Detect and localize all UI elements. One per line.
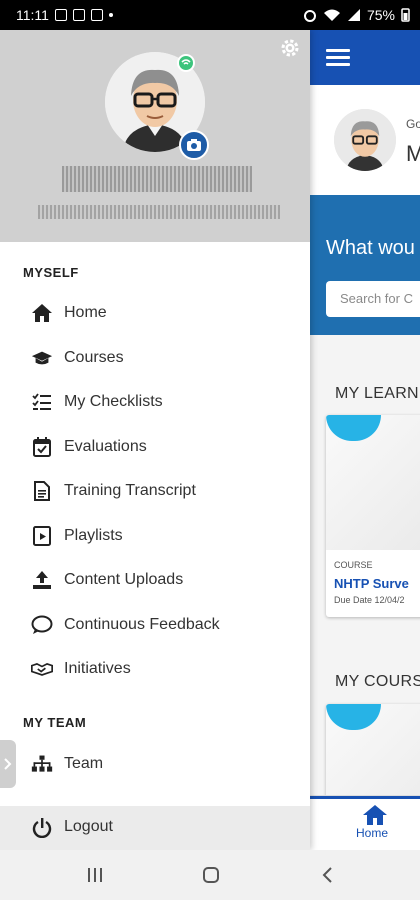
document-icon — [31, 480, 53, 502]
cell-signal-icon — [347, 9, 360, 21]
edge-panel-handle[interactable] — [0, 740, 16, 788]
section-my-team-title: MY TEAM — [23, 715, 87, 730]
course-card[interactable] — [326, 704, 420, 804]
my-courses-heading: MY COURSE — [335, 673, 420, 690]
org-chart-icon — [31, 753, 53, 775]
graduation-cap-icon — [31, 347, 53, 369]
redacted-user-email — [38, 205, 280, 219]
menu-item-training-transcript[interactable]: Training Transcript — [0, 469, 310, 513]
calendar-check-icon — [31, 436, 53, 458]
home-button-icon[interactable] — [201, 865, 221, 885]
card-due-date: Due Date 12/04/2 — [334, 595, 405, 605]
back-icon[interactable] — [320, 865, 336, 885]
hamburger-menu-icon[interactable] — [326, 45, 350, 70]
chat-bubble-icon — [31, 614, 53, 636]
playlist-icon — [31, 525, 53, 547]
logout-label: Logout — [64, 818, 113, 835]
home-icon — [31, 302, 53, 324]
menu-item-label: Content Uploads — [64, 571, 184, 588]
battery-icon — [401, 8, 410, 22]
gallery-notification-icon — [54, 9, 67, 21]
my-learning-heading: MY LEARNI — [335, 385, 420, 402]
camera-icon — [187, 139, 201, 151]
search-hero: What wou Search for C — [310, 195, 420, 335]
menu-item-evaluations[interactable]: Evaluations — [0, 425, 310, 469]
menu-item-courses[interactable]: Courses — [0, 336, 310, 380]
menu-item-content-uploads[interactable]: Content Uploads — [0, 558, 310, 602]
menu-item-label: Playlists — [64, 527, 123, 544]
card-thumbnail — [326, 704, 420, 804]
profile-summary: Go M — [310, 85, 420, 195]
menu-item-label: Team — [64, 755, 104, 772]
profile-avatar-wrap — [105, 52, 209, 160]
alarm-icon — [303, 10, 316, 22]
menu-item-team[interactable]: Team — [0, 742, 310, 786]
active-tab-indicator — [310, 796, 420, 799]
redacted-user-name — [62, 166, 252, 192]
checklist-icon — [31, 391, 53, 413]
drawer-header — [0, 30, 310, 242]
app-top-bar — [310, 30, 420, 85]
bottom-nav-home-label: Home — [356, 826, 389, 840]
user-name-text: M — [406, 141, 420, 166]
more-notifications-icon — [108, 13, 113, 17]
status-bar: 11:11 75% — [0, 0, 420, 30]
card-thumbnail — [326, 415, 420, 550]
logout-button[interactable]: Logout — [0, 806, 310, 850]
hero-prompt: What wou — [326, 237, 415, 259]
menu-item-playlists[interactable]: Playlists — [0, 514, 310, 558]
menu-item-continuous-feedback[interactable]: Continuous Feedback — [0, 603, 310, 647]
card-ribbon-icon — [326, 704, 381, 730]
background-app: Go M What wou Search for C MY LEARNI COU… — [310, 30, 420, 850]
navigation-drawer: MYSELF Home Courses My Checklists Evalua… — [0, 30, 310, 850]
upload-icon — [31, 569, 53, 591]
section-myself-title: MYSELF — [23, 265, 79, 280]
card-ribbon-icon — [326, 415, 381, 441]
online-status-icon — [177, 54, 195, 72]
status-time: 11:11 — [16, 7, 49, 23]
battery-percentage: 75% — [366, 7, 395, 23]
greeting-text: Go — [406, 117, 420, 131]
menu-item-label: My Checklists — [64, 393, 163, 410]
home-icon — [363, 805, 387, 825]
bottom-nav: Home — [310, 795, 420, 850]
card-title: NHTP Surve — [334, 576, 409, 591]
menu-item-home[interactable]: Home — [0, 291, 310, 335]
system-navigation-bar — [0, 850, 420, 900]
menu-item-label: Home — [64, 304, 107, 321]
recent-apps-icon[interactable] — [86, 865, 104, 885]
avatar-illustration-icon — [334, 109, 396, 171]
message-notification-icon — [72, 9, 85, 21]
wifi-signal-icon — [323, 9, 340, 21]
search-input[interactable]: Search for C — [326, 281, 420, 317]
menu-item-label: Training Transcript — [64, 482, 196, 499]
menu-item-label: Courses — [64, 349, 124, 366]
menu-item-label: Initiatives — [64, 660, 131, 677]
menu-item-my-checklists[interactable]: My Checklists — [0, 380, 310, 424]
menu-item-label: Continuous Feedback — [64, 616, 220, 633]
change-photo-button[interactable] — [179, 130, 209, 160]
gear-icon[interactable] — [280, 38, 300, 58]
card-type: COURSE — [334, 560, 373, 570]
menu-item-label: Evaluations — [64, 438, 147, 455]
menu-item-initiatives[interactable]: Initiatives — [0, 647, 310, 691]
bottom-nav-home[interactable]: Home — [310, 796, 420, 850]
power-icon — [31, 817, 53, 839]
learning-card[interactable]: COURSE NHTP Surve Due Date 12/04/2 — [326, 415, 420, 617]
calendar-notification-icon — [90, 9, 103, 21]
handshake-icon — [31, 658, 53, 680]
profile-avatar — [334, 109, 396, 171]
